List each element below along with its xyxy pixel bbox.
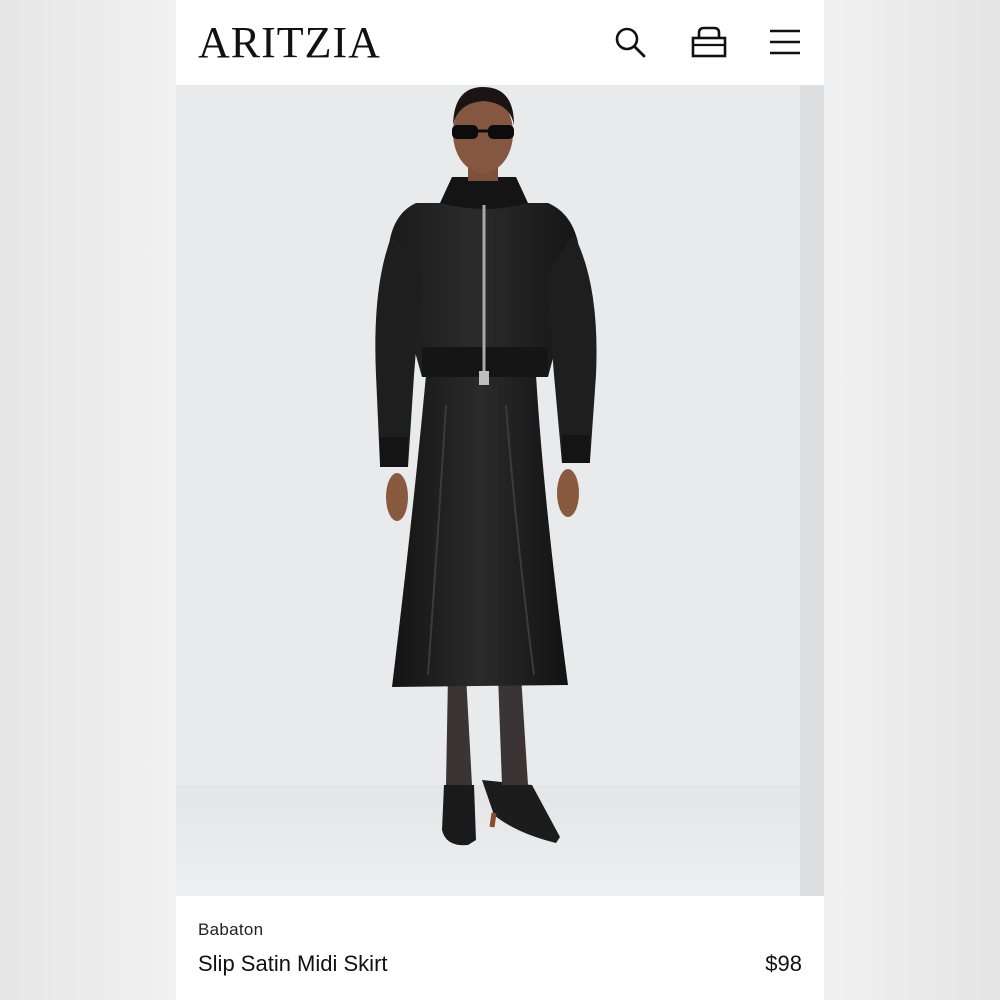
backdrop-right — [824, 0, 1000, 1000]
top-bar: ARITZIA — [176, 0, 824, 85]
product-brand: Babaton — [198, 920, 264, 939]
search-icon[interactable] — [610, 22, 650, 62]
menu-icon[interactable] — [765, 22, 805, 62]
app-screen: ARITZIA Babaton Slip Satin Midi Skirt $9… — [176, 0, 824, 1000]
product-image[interactable] — [176, 85, 824, 896]
bag-icon[interactable] — [689, 22, 729, 62]
product-price: $98 — [765, 951, 802, 976]
product-name[interactable]: Slip Satin Midi Skirt — [198, 951, 388, 977]
product-info[interactable]: Babaton Slip Satin Midi Skirt $98 — [176, 896, 824, 1000]
backdrop-left — [0, 0, 176, 1000]
brand-logo[interactable]: ARITZIA — [198, 18, 381, 68]
